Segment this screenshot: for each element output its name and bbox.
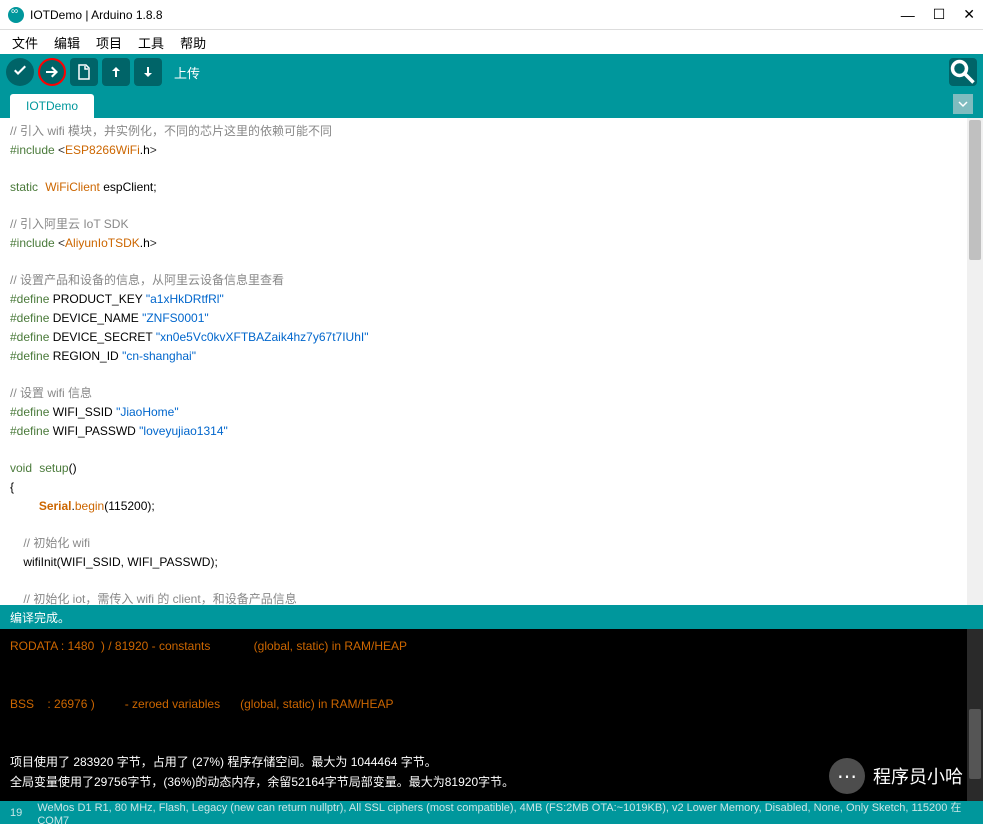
file-icon <box>76 64 92 80</box>
wechat-icon: ⋯ <box>829 758 865 794</box>
status-bar: 编译完成。 <box>0 605 983 629</box>
status-text: 编译完成。 <box>10 609 70 626</box>
toolbar: 上传 <box>0 54 983 90</box>
window-controls: — ☐ ✕ <box>901 6 975 23</box>
code-editor[interactable]: // 引入 wifi 模块，并实例化，不同的芯片这里的依赖可能不同 #inclu… <box>0 118 983 605</box>
tab-menu-button[interactable] <box>953 94 973 114</box>
editor-content[interactable]: // 引入 wifi 模块，并实例化，不同的芯片这里的依赖可能不同 #inclu… <box>0 118 983 605</box>
menu-project[interactable]: 项目 <box>90 31 128 54</box>
close-button[interactable]: ✕ <box>963 6 975 23</box>
toolbar-label: 上传 <box>174 63 200 82</box>
editor-scroll-thumb[interactable] <box>969 120 981 260</box>
console-scrollbar[interactable] <box>967 629 983 801</box>
arduino-logo-icon <box>8 7 24 23</box>
menu-file[interactable]: 文件 <box>6 31 44 54</box>
console-line: RODATA : 1480 ) / 81920 - constants (glo… <box>10 639 407 653</box>
open-button[interactable] <box>102 58 130 86</box>
line-number: 19 <box>10 807 37 819</box>
menu-help[interactable]: 帮助 <box>174 31 212 54</box>
magnify-icon <box>949 58 977 86</box>
menubar: 文件 编辑 项目 工具 帮助 <box>0 30 983 54</box>
upload-button[interactable] <box>38 58 66 86</box>
arrow-right-icon <box>44 64 60 80</box>
tabbar: IOTDemo <box>0 90 983 118</box>
menu-tools[interactable]: 工具 <box>132 31 170 54</box>
menu-edit[interactable]: 编辑 <box>48 31 86 54</box>
chevron-down-icon <box>958 99 968 109</box>
save-button[interactable] <box>134 58 162 86</box>
maximize-button[interactable]: ☐ <box>933 6 946 23</box>
new-button[interactable] <box>70 58 98 86</box>
minimize-button[interactable]: — <box>901 7 915 23</box>
editor-scrollbar[interactable] <box>967 118 983 605</box>
watermark-text: 程序员小哈 <box>873 763 963 789</box>
footer-bar: 19 WeMos D1 R1, 80 MHz, Flash, Legacy (n… <box>0 801 983 824</box>
watermark: ⋯ 程序员小哈 <box>829 758 963 794</box>
titlebar: IOTDemo | Arduino 1.8.8 — ☐ ✕ <box>0 0 983 30</box>
board-info: WeMos D1 R1, 80 MHz, Flash, Legacy (new … <box>37 799 973 827</box>
serial-monitor-button[interactable] <box>949 58 977 86</box>
console-line: 全局变量使用了29756字节，(36%)的动态内存，余留52164字节局部变量。… <box>10 775 514 789</box>
tab-iotdemo[interactable]: IOTDemo <box>10 94 94 118</box>
arrow-down-icon <box>140 64 156 80</box>
console-line: 项目使用了 283920 字节，占用了 (27%) 程序存储空间。最大为 104… <box>10 755 437 769</box>
check-icon <box>12 64 28 80</box>
console-scroll-thumb[interactable] <box>969 709 981 779</box>
window-title: IOTDemo | Arduino 1.8.8 <box>30 8 901 22</box>
verify-button[interactable] <box>6 58 34 86</box>
console-line: BSS : 26976 ) - zeroed variables (global… <box>10 697 393 711</box>
arrow-up-icon <box>108 64 124 80</box>
